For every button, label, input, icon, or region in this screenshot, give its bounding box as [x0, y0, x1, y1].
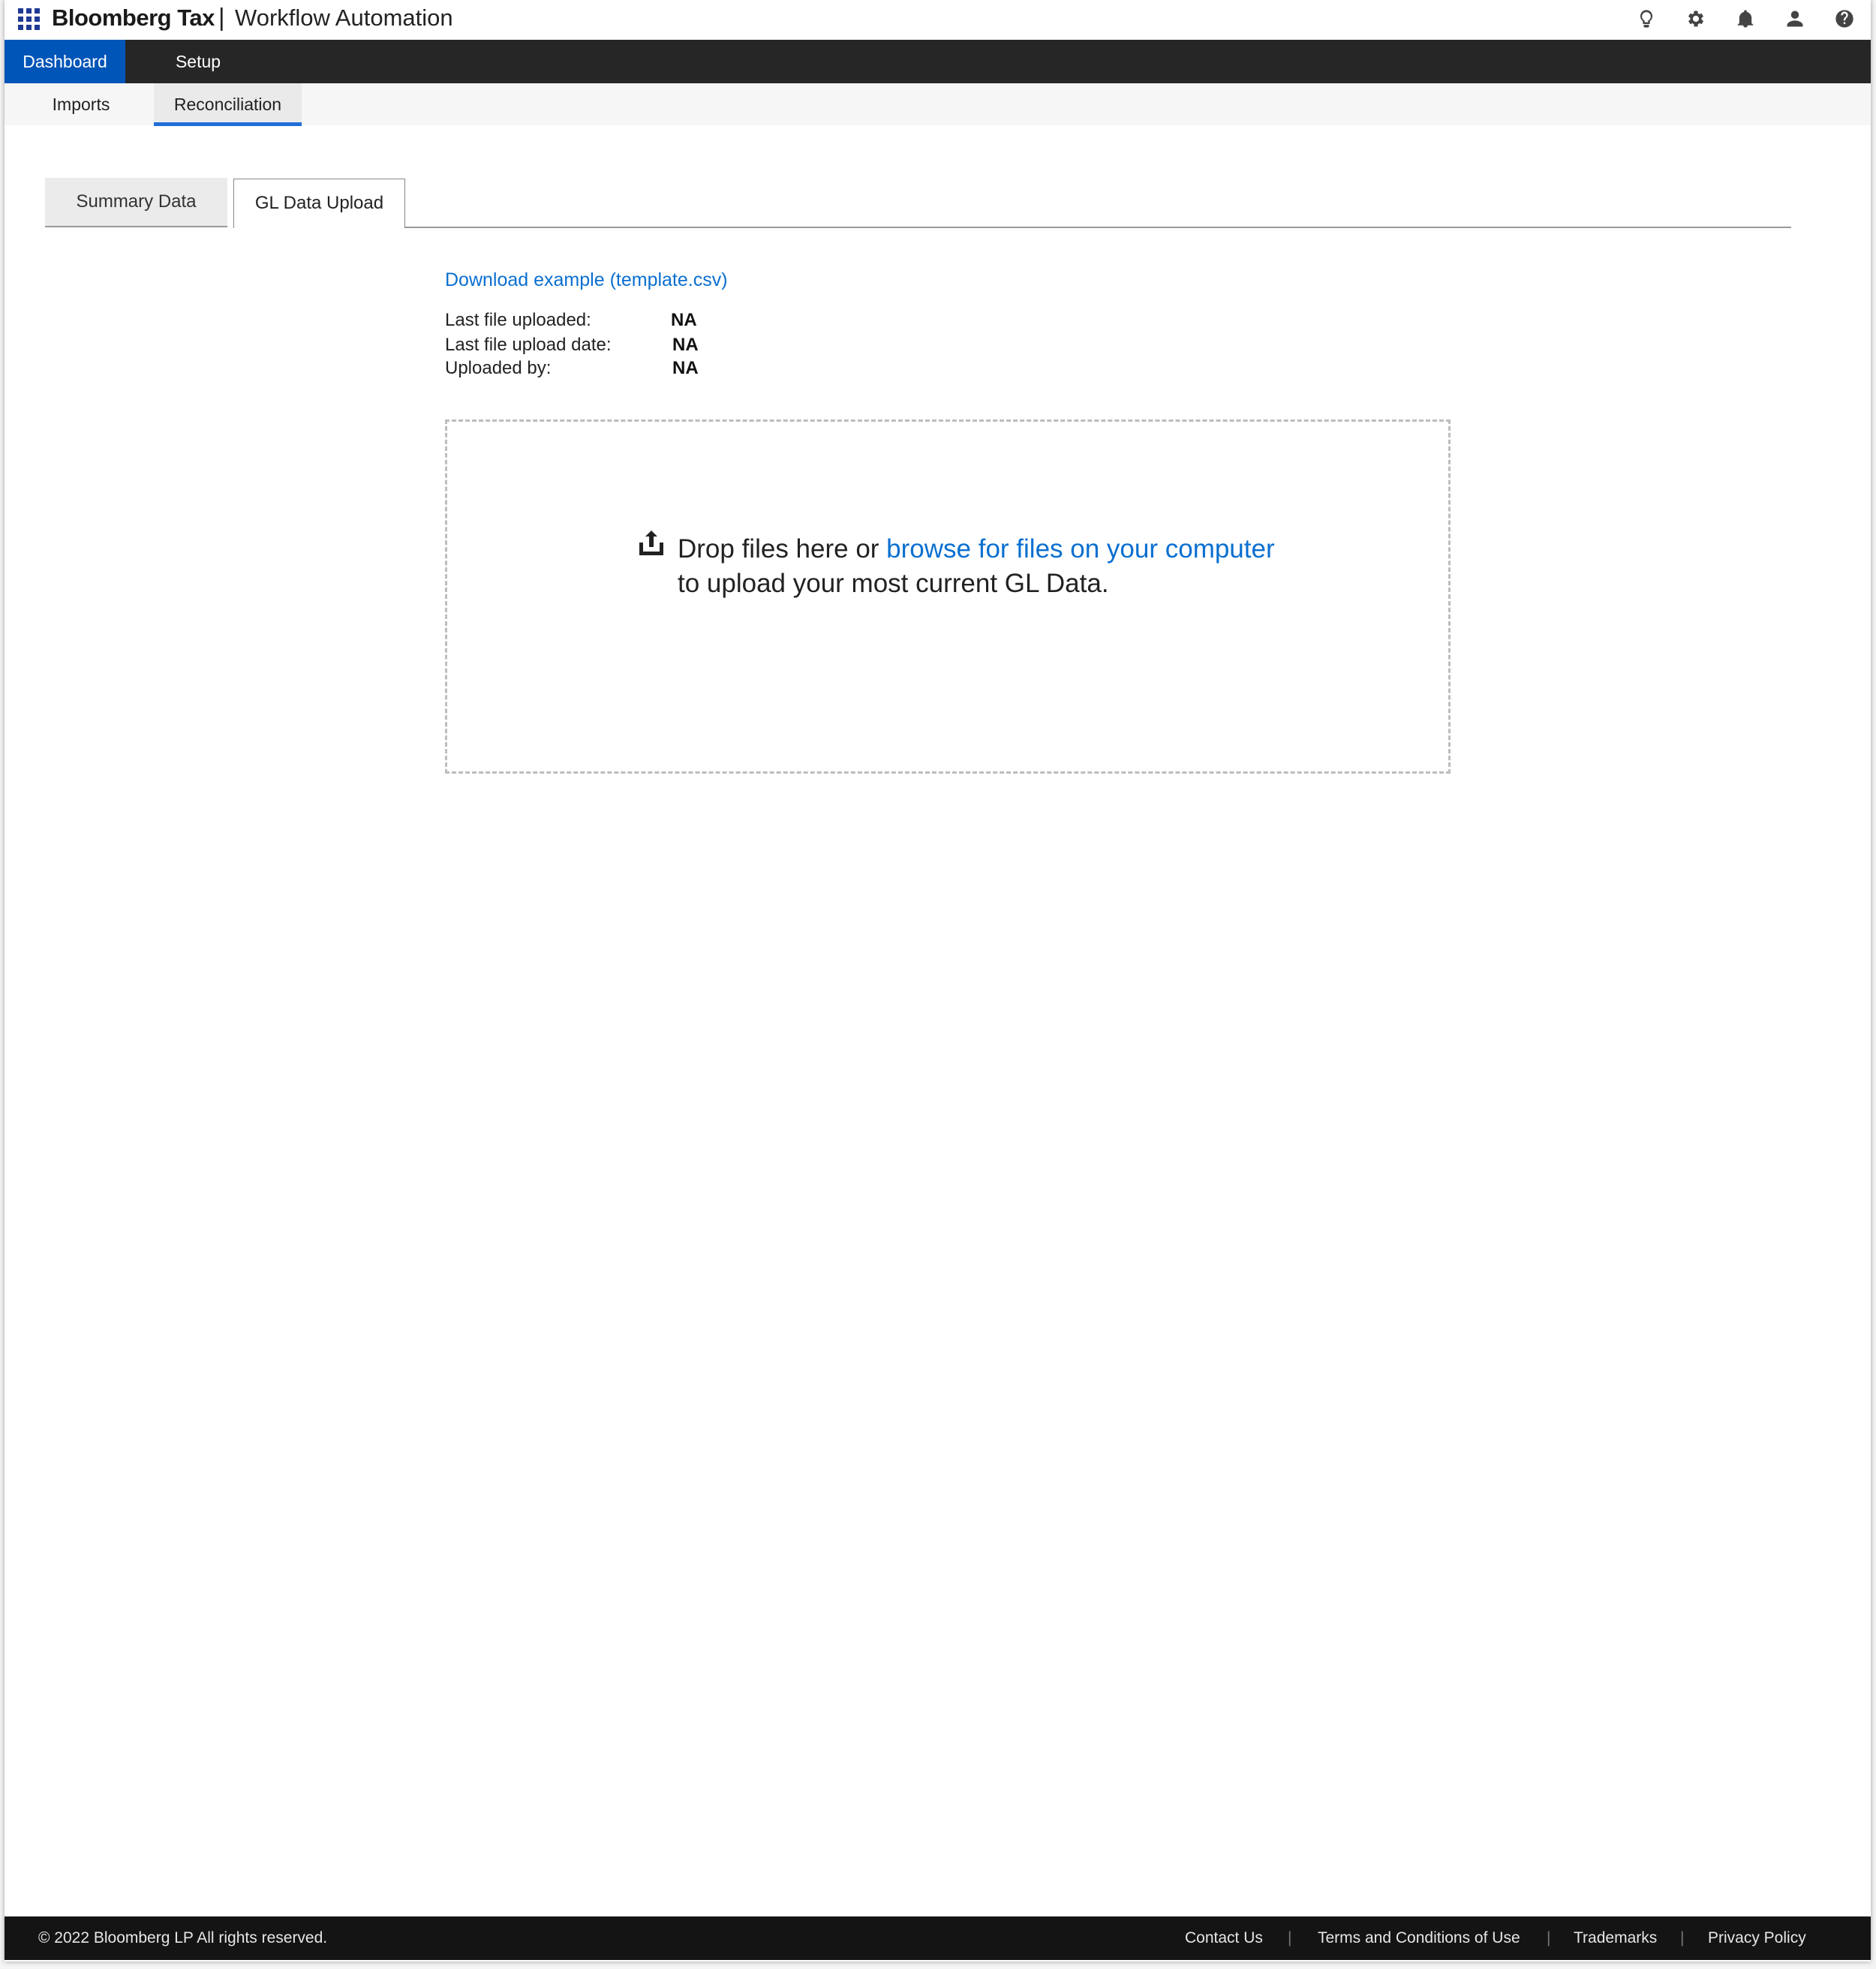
secondary-nav: Imports Reconciliation [5, 83, 1871, 126]
footer-link-trademarks[interactable]: Trademarks [1574, 1916, 1657, 1960]
footer-separator: | [1680, 1929, 1685, 1946]
copyright-text: © 2022 Bloomberg LP All rights reserved. [38, 1929, 328, 1946]
footer: © 2022 Bloomberg LP All rights reserved.… [5, 1916, 1871, 1960]
drop-instructions: Drop files here or browse for files on y… [678, 534, 1275, 564]
primary-nav: Dashboard Setup [5, 40, 1871, 83]
product-name: Workflow Automation [235, 5, 453, 31]
lightbulb-icon[interactable] [1635, 6, 1658, 32]
browse-files-link[interactable]: browse for files on your computer [886, 534, 1274, 564]
app-grid-icon[interactable] [18, 8, 40, 30]
bell-icon[interactable] [1734, 6, 1757, 32]
nav-setup[interactable]: Setup [125, 40, 271, 83]
drop-prefix-text: Drop files here or [678, 534, 887, 564]
app-window: Bloomberg Tax | Workflow Automation Dash… [5, 0, 1871, 1961]
user-icon[interactable] [1784, 6, 1806, 32]
header-icons [1635, 6, 1856, 32]
brand-name: Bloomberg Tax [52, 5, 215, 31]
tab-divider [405, 227, 1791, 228]
drop-instructions-suffix: to upload your most current GL Data. [678, 569, 1109, 598]
subnav-reconciliation[interactable]: Reconciliation [154, 83, 302, 126]
last-file-uploaded-value: NA [671, 310, 697, 330]
footer-separator: | [1288, 1929, 1292, 1946]
tab-summary-data[interactable]: Summary Data [45, 178, 227, 227]
upload-icon [639, 531, 663, 555]
help-icon[interactable] [1833, 6, 1856, 32]
footer-link-privacy-policy[interactable]: Privacy Policy [1708, 1916, 1806, 1960]
nav-dashboard[interactable]: Dashboard [5, 40, 125, 83]
uploaded-by-value: NA [672, 358, 699, 378]
gear-icon[interactable] [1685, 6, 1707, 32]
last-upload-date-value: NA [672, 335, 699, 355]
tab-gl-data-upload[interactable]: GL Data Upload [233, 179, 405, 228]
footer-link-terms[interactable]: Terms and Conditions of Use [1318, 1916, 1520, 1960]
header-bar: Bloomberg Tax | Workflow Automation [5, 0, 1871, 40]
uploaded-by-label: Uploaded by: [445, 358, 552, 378]
footer-link-contact-us[interactable]: Contact Us [1185, 1916, 1263, 1960]
last-upload-date-label: Last file upload date: [445, 335, 612, 355]
subnav-imports[interactable]: Imports [29, 83, 134, 122]
last-file-uploaded-label: Last file uploaded: [445, 310, 591, 330]
footer-separator: | [1547, 1929, 1551, 1946]
brand-separator: | [218, 3, 225, 31]
download-template-link[interactable]: Download example (template.csv) [445, 269, 728, 291]
